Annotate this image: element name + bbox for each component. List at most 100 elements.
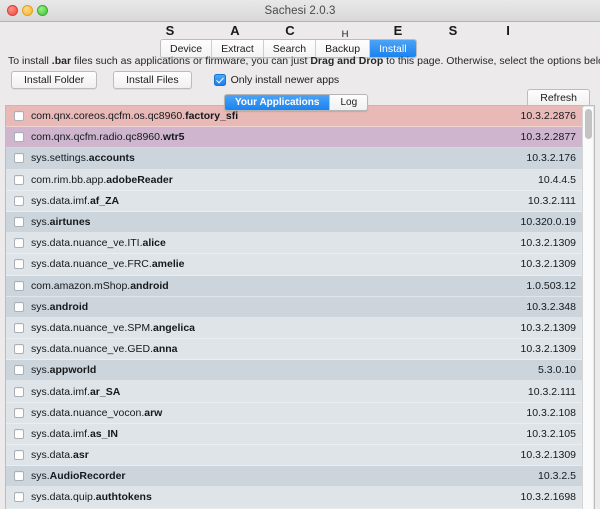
row-checkbox[interactable] [14, 471, 24, 481]
window-controls [7, 5, 48, 16]
app-package-name: sys.AudioRecorder [31, 470, 538, 482]
row-checkbox[interactable] [14, 344, 24, 354]
row-checkbox[interactable] [14, 238, 24, 248]
segment-your-applications[interactable]: Your Applications [225, 95, 330, 110]
install-folder-button[interactable]: Install Folder [11, 71, 97, 89]
app-package-prefix: com.qnx.coreos.qcfm.os.qc8960. [31, 110, 185, 122]
app-version: 10.3.2.105 [526, 428, 576, 440]
acronym-letter-2: C [280, 23, 300, 38]
row-checkbox[interactable] [14, 408, 24, 418]
install-files-button[interactable]: Install Files [113, 71, 192, 89]
app-package-name: com.rim.bb.app.adobeReader [31, 174, 538, 186]
scrollbar-thumb[interactable] [585, 109, 592, 139]
table-row[interactable]: sys.AudioRecorder10.3.2.5 [6, 466, 584, 487]
row-checkbox[interactable] [14, 429, 24, 439]
app-package-name: com.qnx.qcfm.radio.qc8960.wtr5 [31, 131, 521, 143]
table-row[interactable]: sys.android10.3.2.348 [6, 297, 584, 318]
instruction-part-2: files such as applications or firmware, … [71, 55, 310, 67]
close-button[interactable] [7, 5, 18, 16]
application-list[interactable]: com.qnx.coreos.qcfm.os.qc8960.factory_sf… [5, 105, 595, 509]
app-short-name: accounts [89, 152, 135, 164]
zoom-button[interactable] [37, 5, 48, 16]
table-row[interactable]: com.amazon.mShop.android1.0.503.12 [6, 276, 584, 297]
app-package-prefix: sys.data.imf. [31, 428, 90, 440]
segment-log[interactable]: Log [330, 95, 367, 110]
app-package-name: sys.data.imf.as_IN [31, 428, 526, 440]
app-version: 10.3.2.108 [526, 407, 576, 419]
app-version: 5.3.0.10 [538, 364, 576, 376]
app-package-prefix: sys.data.imf. [31, 195, 90, 207]
app-short-name: asr [73, 449, 89, 461]
row-checkbox[interactable] [14, 323, 24, 333]
app-package-prefix: sys.data.nuance_vocon. [31, 407, 144, 419]
app-package-prefix: com.qnx.qcfm.radio.qc8960. [31, 131, 163, 143]
app-package-name: sys.android [31, 301, 526, 313]
app-version: 10.3.2.5 [538, 470, 576, 482]
table-row[interactable]: sys.airtunes10.320.0.19 [6, 212, 584, 233]
row-checkbox[interactable] [14, 492, 24, 502]
app-short-name: alice [142, 237, 165, 249]
app-version: 10.3.2.348 [526, 301, 576, 313]
table-row[interactable]: sys.data.nuance_ve.FRC.amelie10.3.2.1309 [6, 254, 584, 275]
row-checkbox[interactable] [14, 132, 24, 142]
app-version: 1.0.503.12 [526, 280, 576, 292]
app-package-name: sys.data.imf.af_ZA [31, 195, 528, 207]
app-package-prefix: sys.data.nuance_ve.SPM. [31, 322, 153, 334]
app-package-name: sys.settings.accounts [31, 152, 526, 164]
app-short-name: appworld [50, 364, 97, 376]
minimize-button[interactable] [22, 5, 33, 16]
app-package-name: sys.data.quip.authtokens [31, 491, 521, 503]
instruction-part-1: To install [8, 55, 52, 67]
app-short-name: as_IN [90, 428, 118, 440]
only-newer-apps-checkbox[interactable] [214, 74, 226, 86]
app-short-name: android [50, 301, 89, 313]
table-row[interactable]: sys.data.imf.ar_SA10.3.2.111 [6, 381, 584, 402]
app-short-name: angelica [153, 322, 195, 334]
table-row[interactable]: sys.data.nuance_vocon.arw10.3.2.108 [6, 403, 584, 424]
table-row[interactable]: sys.data.nuance_ve.SPM.angelica10.3.2.13… [6, 318, 584, 339]
row-checkbox[interactable] [14, 259, 24, 269]
list-view-segmented-control[interactable]: Your ApplicationsLog [224, 94, 368, 111]
app-short-name: AudioRecorder [50, 470, 126, 482]
only-newer-apps-checkbox-row[interactable]: Only install newer apps [214, 74, 340, 86]
app-short-name: ar_SA [90, 386, 120, 398]
table-row[interactable]: sys.data.quip.authtokens10.3.2.1698 [6, 487, 584, 508]
app-package-name: sys.airtunes [31, 216, 521, 228]
row-checkbox[interactable] [14, 365, 24, 375]
row-checkbox[interactable] [14, 387, 24, 397]
table-row[interactable]: sys.data.imf.af_ZA10.3.2.111 [6, 191, 584, 212]
table-row[interactable]: sys.settings.accounts10.3.2.176 [6, 148, 584, 169]
row-checkbox[interactable] [14, 153, 24, 163]
table-row[interactable]: com.qnx.qcfm.radio.qc8960.wtr510.3.2.287… [6, 127, 584, 148]
table-row[interactable]: sys.data.nuance_ve.ITI.alice10.3.2.1309 [6, 233, 584, 254]
acronym-letters: SACHESI [0, 23, 600, 40]
application-window: Sachesi 2.0.3 SACHESI DeviceExtractSearc… [0, 0, 600, 509]
table-row[interactable]: sys.data.imf.as_IN10.3.2.105 [6, 424, 584, 445]
table-row[interactable]: com.rim.bb.app.adobeReader10.4.4.5 [6, 170, 584, 191]
app-version: 10.3.2.111 [528, 195, 576, 207]
app-package-prefix: sys.settings. [31, 152, 89, 164]
instruction-bold-dragdrop: Drag and Drop [310, 55, 383, 67]
app-version: 10.3.2.1309 [521, 237, 576, 249]
app-package-prefix: sys. [31, 364, 50, 376]
row-checkbox[interactable] [14, 281, 24, 291]
app-package-prefix: sys.data.nuance_ve.GED. [31, 343, 153, 355]
vertical-scrollbar[interactable] [582, 107, 593, 509]
app-version: 10.3.2.111 [528, 386, 576, 398]
row-checkbox[interactable] [14, 175, 24, 185]
app-short-name: factory_sfi [185, 110, 238, 122]
app-package-name: sys.appworld [31, 364, 538, 376]
app-short-name: amelie [152, 258, 185, 270]
table-row[interactable]: sys.appworld5.3.0.10 [6, 360, 584, 381]
application-list-rows: com.qnx.coreos.qcfm.os.qc8960.factory_sf… [6, 106, 584, 509]
instruction-bold-bar: .bar [52, 55, 71, 67]
app-short-name: anna [153, 343, 178, 355]
row-checkbox[interactable] [14, 450, 24, 460]
row-checkbox[interactable] [14, 111, 24, 121]
table-row[interactable]: sys.data.asr10.3.2.1309 [6, 445, 584, 466]
acronym-letter-5: S [443, 23, 463, 38]
row-checkbox[interactable] [14, 302, 24, 312]
row-checkbox[interactable] [14, 217, 24, 227]
row-checkbox[interactable] [14, 196, 24, 206]
table-row[interactable]: sys.data.nuance_ve.GED.anna10.3.2.1309 [6, 339, 584, 360]
